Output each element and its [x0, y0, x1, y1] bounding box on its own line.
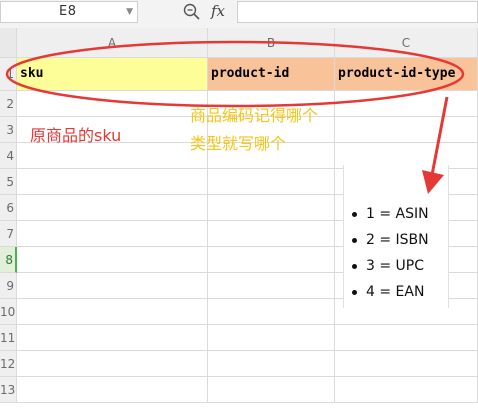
grid-cell[interactable]	[17, 325, 208, 351]
bullet-icon	[352, 237, 357, 243]
row-header[interactable]: 5	[0, 169, 17, 195]
grid-cell[interactable]	[335, 117, 478, 143]
grid-cell[interactable]	[17, 143, 208, 169]
column-header-b[interactable]: B	[208, 28, 335, 58]
bullet-icon	[352, 263, 357, 269]
type-list: 1 = ASIN 2 = ISBN 3 = UPC 4 = EAN	[352, 201, 429, 305]
fx-icon[interactable]: fx	[211, 2, 225, 20]
chevron-down-icon[interactable]: ▼	[126, 2, 133, 22]
formula-bar: E8 ▼ fx	[0, 0, 478, 29]
grid-cell[interactable]	[335, 351, 478, 377]
row-header[interactable]: 1	[0, 58, 17, 91]
type-annotation-line1: 商品编码记得哪个	[190, 106, 319, 125]
grid-cell[interactable]	[208, 195, 335, 221]
grid-cell[interactable]	[208, 247, 335, 273]
list-item: 2 = ISBN	[352, 227, 429, 253]
row-header[interactable]: 4	[0, 143, 17, 169]
grid-cell[interactable]	[335, 377, 478, 403]
list-item: 1 = ASIN	[352, 201, 429, 227]
sku-annotation: 原商品的sku	[30, 126, 122, 145]
row-header[interactable]: 7	[0, 221, 17, 247]
column-header-a[interactable]: A	[17, 28, 208, 58]
row-header-selected[interactable]: 8	[0, 247, 17, 273]
grid-cell[interactable]	[17, 377, 208, 403]
column-header-c[interactable]: C	[335, 28, 478, 58]
select-all-corner[interactable]	[0, 28, 17, 58]
row-header[interactable]: 12	[0, 351, 17, 377]
grid-cell[interactable]	[208, 221, 335, 247]
grid-cell[interactable]	[17, 247, 208, 273]
name-box[interactable]: E8 ▼	[0, 1, 138, 23]
row-header[interactable]: 3	[0, 117, 17, 143]
grid-cell[interactable]	[17, 221, 208, 247]
row-header[interactable]: 9	[0, 273, 17, 299]
grid-cell[interactable]	[17, 299, 208, 325]
cell-b1-product-id[interactable]: product-id	[208, 58, 335, 91]
cell-a1-sku[interactable]: sku	[17, 58, 208, 91]
list-item: 4 = EAN	[352, 279, 429, 305]
grid-cell[interactable]	[208, 169, 335, 195]
grid-cell[interactable]	[17, 195, 208, 221]
bullet-icon	[352, 289, 357, 295]
zoom-icon[interactable]	[183, 3, 201, 21]
row-header[interactable]: 11	[0, 325, 17, 351]
grid-cell[interactable]	[17, 169, 208, 195]
row-header[interactable]: 13	[0, 377, 17, 403]
type-annotation-line2: 类型就写哪个	[190, 134, 287, 153]
list-item: 3 = UPC	[352, 253, 429, 279]
row-header[interactable]: 2	[0, 91, 17, 117]
grid-cell[interactable]	[17, 351, 208, 377]
grid-cell[interactable]	[17, 273, 208, 299]
cell-c1-product-id-type[interactable]: product-id-type	[335, 58, 478, 91]
grid-cell[interactable]	[17, 91, 208, 117]
row-header[interactable]: 6	[0, 195, 17, 221]
cell-reference: E8	[59, 4, 77, 19]
product-id-type-note: 1 = ASIN 2 = ISBN 3 = UPC 4 = EAN	[343, 165, 449, 308]
grid-cell[interactable]	[335, 325, 478, 351]
grid-cell[interactable]	[208, 325, 335, 351]
grid-cell[interactable]	[335, 91, 478, 117]
grid-cell[interactable]	[208, 351, 335, 377]
grid-cell[interactable]	[208, 299, 335, 325]
grid-cell[interactable]	[208, 273, 335, 299]
formula-input[interactable]	[237, 1, 478, 23]
grid-cell[interactable]	[208, 377, 335, 403]
row-header[interactable]: 10	[0, 299, 17, 325]
bullet-icon	[352, 211, 357, 217]
